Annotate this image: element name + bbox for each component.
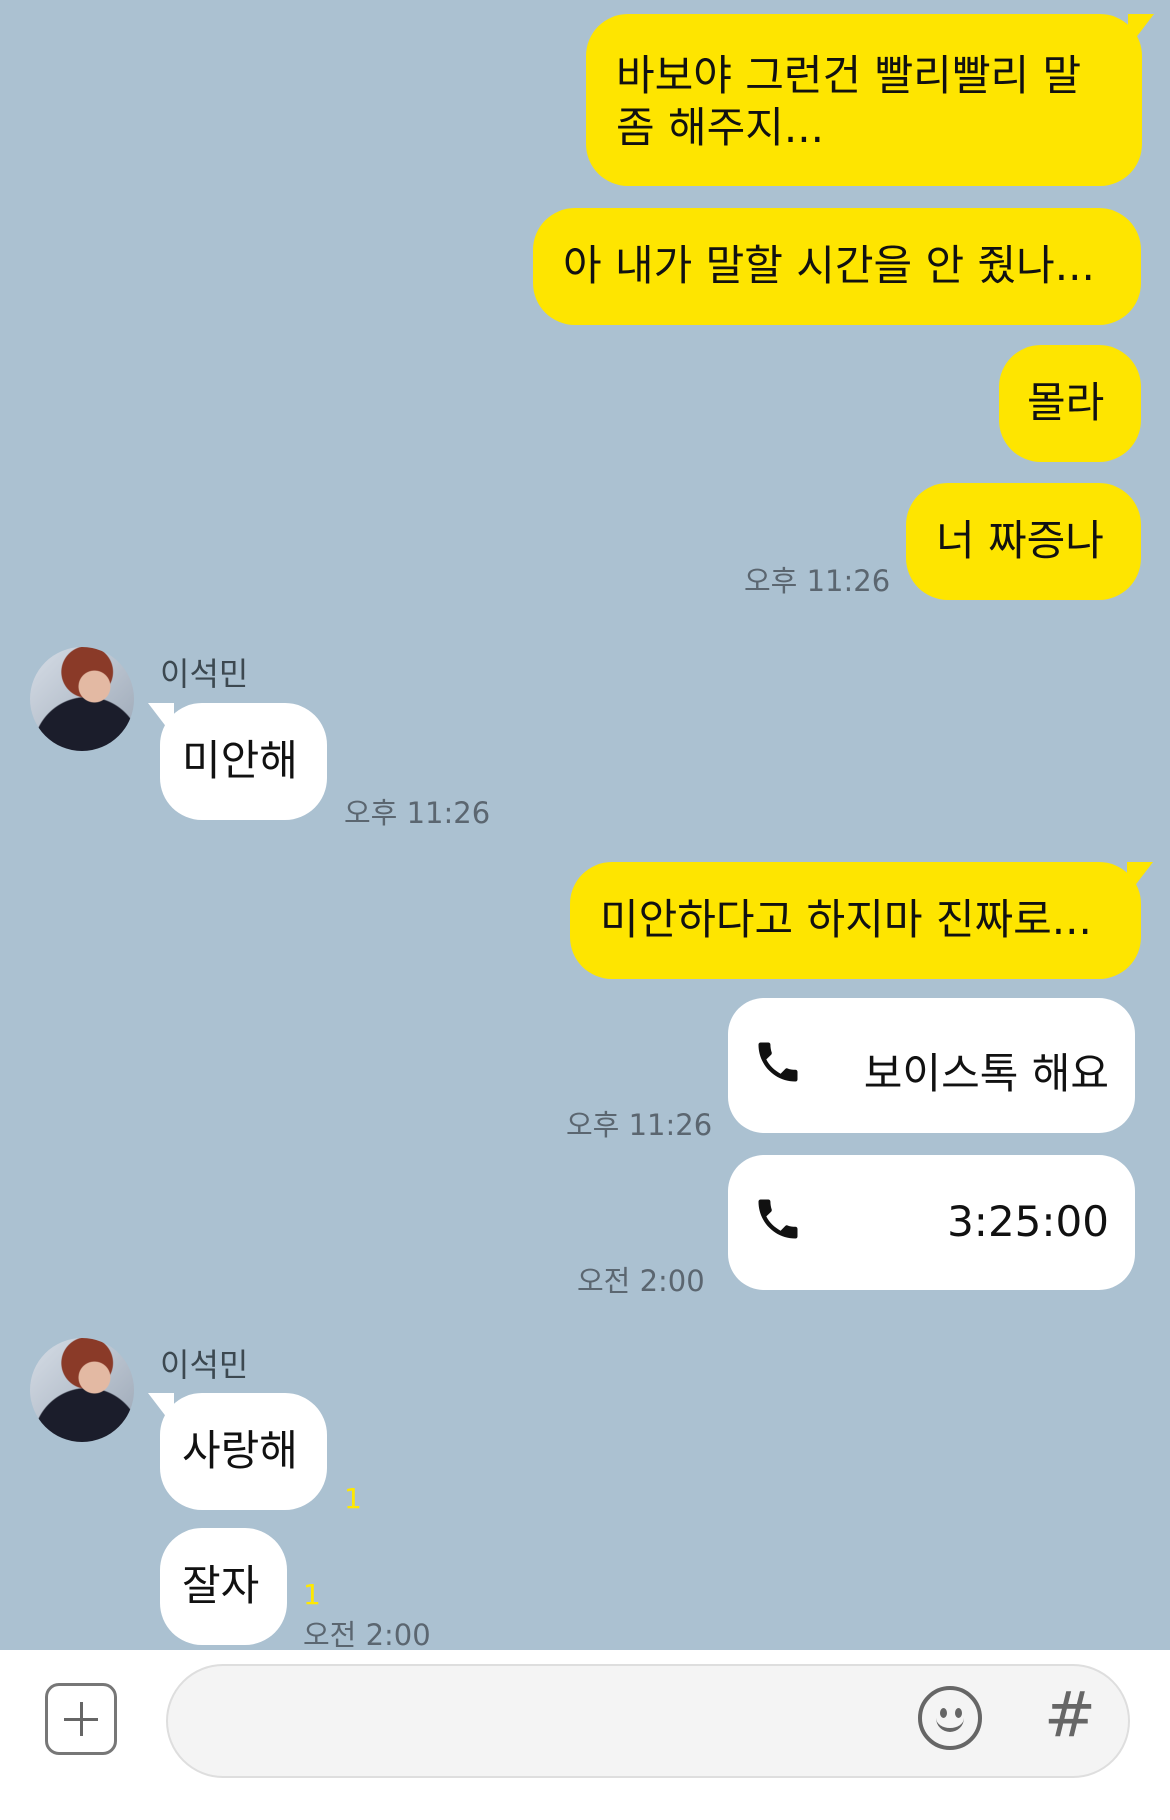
message-text: 너 짜증나 bbox=[936, 516, 1104, 565]
timestamp: 오후 11:26 bbox=[566, 1108, 713, 1142]
input-bar: # bbox=[0, 1650, 1170, 1820]
phone-icon bbox=[758, 1199, 798, 1239]
timestamp: 오후 11:26 bbox=[744, 564, 891, 598]
avatar[interactable] bbox=[30, 1338, 134, 1442]
timestamp: 오후 11:26 bbox=[344, 796, 491, 830]
timestamp: 오전 2:00 bbox=[577, 1264, 705, 1298]
message-input[interactable] bbox=[166, 1664, 1130, 1778]
friend-message-bubble[interactable]: 사랑해 bbox=[148, 1393, 327, 1510]
unread-count: 1 bbox=[344, 1482, 362, 1515]
my-message-bubble[interactable]: 바보야 그런건 빨리빨리 말 좀 해주지... bbox=[586, 14, 1154, 186]
friend-message-bubble[interactable]: 미안해 bbox=[148, 703, 327, 820]
message-text: 아 내가 말할 시간을 안 줬나... bbox=[563, 241, 1095, 290]
unread-count: 1 bbox=[303, 1578, 321, 1611]
message-text: 바보야 그런건 빨리빨리 말 좀 해주지... bbox=[616, 51, 1082, 152]
contact-name: 이석민 bbox=[160, 655, 249, 693]
voice-talk-bubble[interactable]: 보이스톡 해요 bbox=[728, 998, 1135, 1133]
message-text: 몰라 bbox=[1027, 378, 1105, 427]
avatar[interactable] bbox=[30, 647, 134, 751]
plus-square-icon[interactable] bbox=[45, 1683, 117, 1755]
emoji-mouth bbox=[936, 1712, 964, 1732]
contact-name: 이석민 bbox=[160, 1346, 249, 1384]
message-text: 잘자 bbox=[182, 1561, 260, 1610]
message-text: 사랑해 bbox=[182, 1426, 298, 1475]
my-message-bubble[interactable]: 너 짜증나 bbox=[906, 483, 1141, 600]
voice-talk-bubble[interactable]: 3:25:00 bbox=[728, 1155, 1135, 1290]
message-text: 미안하다고 하지마 진짜로... bbox=[600, 895, 1092, 944]
voice-talk-label: 보이스톡 해요 bbox=[863, 1049, 1109, 1098]
timestamp: 오전 2:00 bbox=[303, 1618, 431, 1652]
phone-icon bbox=[758, 1042, 798, 1082]
call-duration: 3:25:00 bbox=[947, 1197, 1109, 1246]
friend-message-bubble[interactable]: 잘자 bbox=[160, 1528, 287, 1645]
my-message-bubble[interactable]: 아 내가 말할 시간을 안 줬나... bbox=[533, 208, 1141, 325]
emoji-icon[interactable] bbox=[918, 1686, 982, 1750]
my-message-bubble[interactable]: 미안하다고 하지마 진짜로... bbox=[570, 862, 1153, 979]
hashtag-button[interactable]: # bbox=[1044, 1678, 1096, 1751]
my-message-bubble[interactable]: 몰라 bbox=[999, 345, 1141, 462]
chat-area: 바보야 그런건 빨리빨리 말 좀 해주지... 아 내가 말할 시간을 안 줬나… bbox=[0, 0, 1170, 1652]
message-text: 미안해 bbox=[182, 736, 298, 785]
